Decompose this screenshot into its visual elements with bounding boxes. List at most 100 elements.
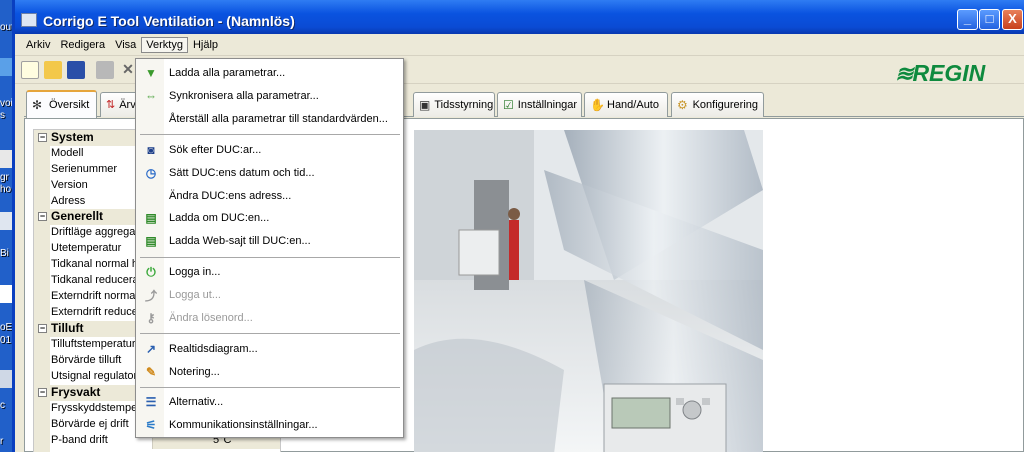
tree-row-label: Frysskyddstemperat (51, 402, 147, 414)
tab-label: Översikt (49, 99, 90, 111)
menu-arkiv[interactable]: Arkiv (21, 37, 55, 53)
menu-visa[interactable]: Visa (110, 37, 141, 53)
menu-item-label: Ladda om DUC:en... (169, 212, 270, 224)
desktop-label: ho (0, 184, 12, 195)
menu-separator (140, 257, 400, 258)
minimize-button[interactable]: _ (957, 9, 978, 30)
tab-label: Ärv (119, 99, 136, 111)
tree-row-label: Tilluftstemperatur (51, 338, 136, 350)
menu-alternativ[interactable]: ☰ Alternativ... (136, 391, 403, 413)
overview-photo (414, 130, 763, 452)
menu-sok-efter-ducar[interactable]: ◙ Sök efter DUC:ar... (136, 139, 403, 161)
options-icon: ☰ (145, 395, 157, 409)
menu-separator (140, 333, 400, 334)
tab-label: Tidsstyrning (434, 99, 494, 111)
snowflake-icon: ✻ (32, 97, 43, 112)
menu-aterstall-parametrar[interactable]: Återställ alla parametrar till standardv… (136, 108, 403, 130)
menu-item-label: Ändra DUC:ens adress... (169, 190, 292, 202)
tab-label: Inställningar (517, 99, 578, 111)
menu-hjalp[interactable]: Hjälp (188, 37, 223, 53)
menu-synkronisera-alla-parametrar[interactable]: ⇔ Synkronisera alla parametrar... (136, 85, 403, 107)
desktop-label: out (0, 22, 12, 33)
checkbox-icon: ☑ (503, 97, 514, 112)
desktop-icon[interactable] (0, 370, 12, 388)
regin-logo-mark: ≋ (895, 60, 914, 86)
tab-label: Konfigurering (692, 99, 758, 111)
menu-andra-duc-adress[interactable]: Ändra DUC:ens adress... (136, 185, 403, 207)
menu-separator (140, 134, 400, 135)
save-icon[interactable] (67, 60, 85, 79)
tree-row-label: Utetemperatur (51, 242, 122, 254)
menu-ladda-web-sajt[interactable]: ▤ Ladda Web-sajt till DUC:en... (136, 230, 403, 252)
title-bar[interactable]: Corrigo E Tool Ventilation - (Namnlös) _… (15, 0, 1024, 34)
collapse-toggle[interactable]: − (38, 388, 47, 397)
tab-tidsstyrning[interactable]: ▣ Tidsstyrning (413, 92, 495, 117)
menu-realtidsdiagram[interactable]: ↗ Realtidsdiagram... (136, 338, 403, 360)
tree-row-label: Tidkanal reducerad (51, 274, 145, 286)
menu-item-label: Kommunikationsinställningar... (169, 419, 318, 431)
tree-row-label: Serienummer (51, 163, 118, 175)
desktop-icon[interactable] (0, 58, 12, 76)
clock-icon: ◷ (145, 166, 157, 180)
logout-icon: ⤴ (144, 288, 157, 303)
menu-redigera[interactable]: Redigera (55, 37, 110, 53)
web-download-icon: ▤ (145, 234, 157, 248)
menu-ladda-alla-parametrar[interactable]: ▼ Ladda alla parametrar... (136, 62, 403, 84)
key-icon: ⚷ (146, 311, 156, 325)
controller-device (603, 383, 727, 452)
tab-installningar[interactable]: ☑ Inställningar (497, 92, 582, 117)
menu-item-label: Alternativ... (169, 396, 224, 408)
desktop-icon[interactable] (0, 150, 12, 168)
desktop-label: c (0, 400, 5, 411)
arrows-icon: ⇅ (106, 98, 116, 111)
chart-icon: ↗ (145, 342, 157, 356)
tree-row-label: Börvärde ej drift (51, 418, 129, 430)
menu-item-label: Notering... (169, 366, 220, 378)
menu-item-label: Ladda alla parametrar... (169, 67, 286, 79)
desktop-label: gr (0, 172, 9, 183)
menu-ladda-om-duc[interactable]: ▤ Ladda om DUC:en... (136, 207, 403, 229)
hand-icon: ✋ (590, 97, 605, 112)
menu-item-label: Ladda Web-sajt till DUC:en... (169, 235, 311, 247)
window-title: Corrigo E Tool Ventilation - (Namnlös) (43, 13, 295, 29)
app-icon (21, 13, 37, 27)
binoculars-icon: ◙ (147, 143, 155, 157)
tree-row-label: Externdrift reducerad (51, 306, 147, 318)
tree-row-label: P-band drift (51, 434, 108, 446)
desktop-icon[interactable] (0, 212, 12, 230)
tab-label: Hand/Auto (607, 99, 659, 111)
collapse-toggle[interactable]: − (38, 212, 47, 221)
menu-notering[interactable]: ✎ Notering... (136, 361, 403, 383)
desktop-icon[interactable] (0, 285, 12, 303)
maximize-button[interactable]: □ (979, 9, 1000, 30)
desktop-label: oE (0, 322, 12, 333)
menu-verktyg[interactable]: Verktyg (141, 36, 188, 53)
new-file-icon[interactable] (21, 60, 39, 79)
collapse-toggle[interactable]: − (38, 133, 47, 142)
desktop-strip: out voi s gr ho Bi oE 01 c r (0, 0, 12, 452)
login-icon: ⏻ (146, 264, 156, 279)
collapse-toggle[interactable]: − (38, 324, 47, 333)
print-icon[interactable] (96, 60, 114, 79)
desktop-label: r (0, 436, 4, 447)
menu-item-label: Logga in... (169, 266, 221, 278)
tab-hand-auto[interactable]: ✋ Hand/Auto (584, 92, 668, 117)
tree-row-label: Version (51, 179, 88, 191)
menu-item-label: Sätt DUC:ens datum och tid... (169, 167, 315, 179)
menu-kommunikationsinstallningar[interactable]: ⚟ Kommunikationsinställningar... (136, 414, 403, 436)
menu-satt-datum-och-tid[interactable]: ◷ Sätt DUC:ens datum och tid... (136, 162, 403, 184)
close-button[interactable]: X (1002, 9, 1023, 30)
menu-item-label: Logga ut... (169, 289, 221, 301)
regin-logo-text: REGIN (912, 60, 986, 86)
download-arrow-icon: ▼ (145, 66, 157, 80)
menu-logga-in[interactable]: ⏻ Logga in... (136, 261, 403, 283)
tree-row-label: Driftläge aggregat (51, 226, 139, 238)
desktop-label: s (0, 110, 5, 121)
tab-oversikt[interactable]: ✻ Översikt (26, 90, 97, 118)
clock-icon: ▣ (419, 97, 431, 112)
menu-separator (140, 387, 400, 388)
open-folder-icon[interactable] (44, 60, 62, 79)
tab-arv[interactable]: ⇅ Ärv (100, 92, 140, 117)
menu-item-label: Realtidsdiagram... (169, 343, 258, 355)
tab-konfigurering[interactable]: ⚙ Konfigurering (671, 92, 764, 117)
